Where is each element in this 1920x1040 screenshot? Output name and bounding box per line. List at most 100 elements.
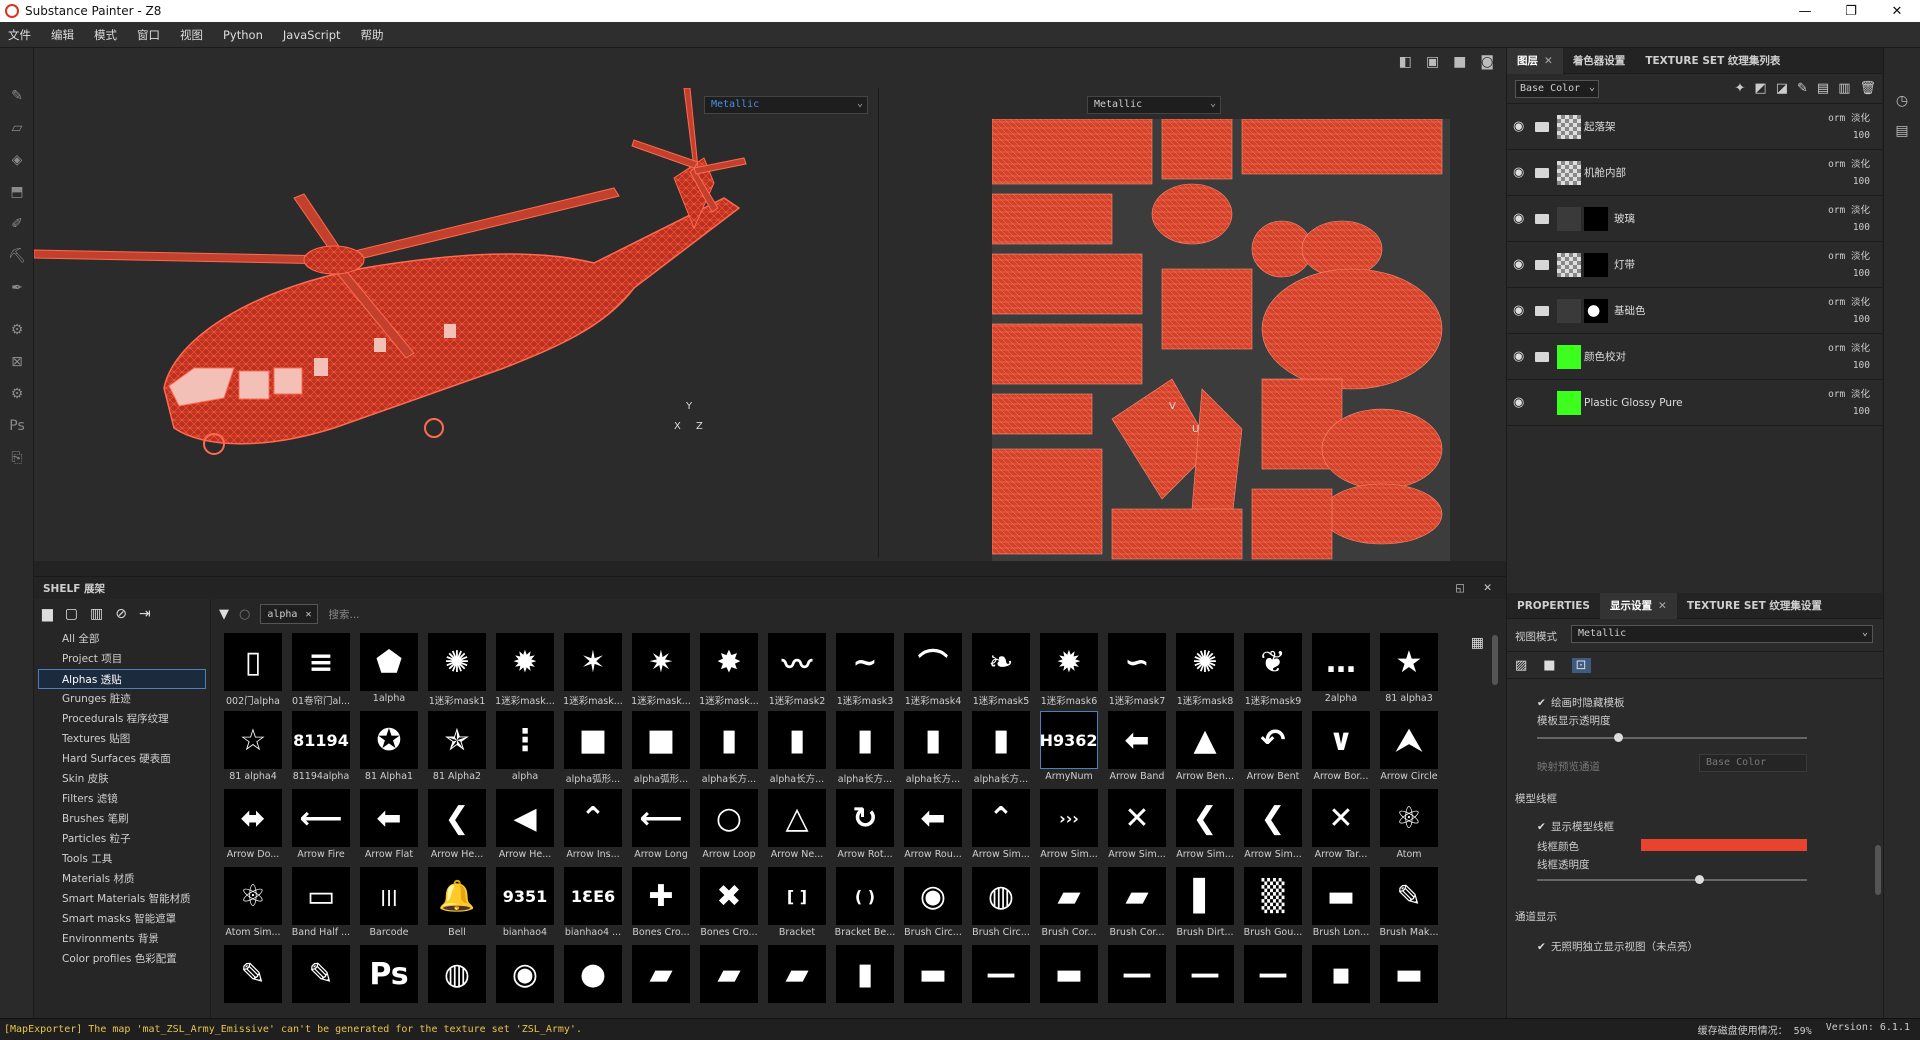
shelf-item[interactable]: ▰ Brush Cor... — [1105, 867, 1169, 945]
layer-blend-opacity[interactable]: orm 淡化 100 — [1828, 340, 1870, 374]
camera-icon[interactable]: ■ — [1453, 54, 1466, 70]
shelf-category[interactable]: Particles 粒子 — [34, 829, 210, 849]
shelf-item[interactable]: — — [1105, 945, 1169, 1023]
visibility-eye-icon[interactable]: ◉ — [1513, 395, 1535, 410]
shelf-item[interactable]: ⚛ Atom — [1377, 789, 1441, 867]
shelf-item[interactable]: ✪ 81 Alpha1 — [357, 711, 421, 789]
layer-blend-opacity[interactable]: orm 淡化 100 — [1828, 294, 1870, 328]
grid-view-icon[interactable]: ▦ — [1471, 635, 1484, 651]
shelf-category[interactable]: Procedurals 程序纹理 — [34, 709, 210, 729]
scrollbar[interactable] — [1492, 635, 1498, 685]
visibility-eye-icon[interactable]: ◉ — [1513, 349, 1535, 364]
save-icon[interactable]: ▥ — [90, 606, 103, 622]
shelf-item[interactable]: ▯ 002门alpha — [221, 633, 285, 711]
smudge-icon[interactable]: ✐ — [0, 208, 34, 240]
shelf-item[interactable]: ∽ 1迷彩mask7 — [1105, 633, 1169, 711]
shelf-item[interactable]: ● — [561, 945, 625, 1023]
shelf-item[interactable]: ∼ 1迷彩mask3 — [833, 633, 897, 711]
shelf-item[interactable]: ⚛ Atom Sim... — [221, 867, 285, 945]
shelf-item[interactable]: ▮ alpha长方... — [969, 711, 1033, 789]
show-wireframe-option[interactable]: ✔ 显示模型线框 — [1537, 819, 1614, 834]
close-icon[interactable]: ✕ — [1544, 55, 1553, 67]
menu-python[interactable]: Python — [223, 28, 263, 42]
close-button[interactable]: ✕ — [1874, 4, 1920, 19]
shelf-item[interactable]: ⟵ Arrow Fire — [289, 789, 353, 867]
shelf-item[interactable]: ◉ Brush Circ... — [901, 867, 965, 945]
shelf-item[interactable]: ✕ Arrow Sim... — [1105, 789, 1169, 867]
layer-blend-opacity[interactable]: orm 淡化 100 — [1828, 248, 1870, 282]
shelf-item[interactable]: ✷ 1迷彩mask... — [629, 633, 693, 711]
shelf-item[interactable]: 81194 81194alpha — [289, 711, 353, 789]
shelf-item[interactable]: ( ) Bracket Be... — [833, 867, 897, 945]
shelf-item[interactable]: ▬ — [901, 945, 965, 1023]
wire-color-swatch[interactable] — [1641, 839, 1807, 851]
shelf-item[interactable]: ★ 81 alpha3 — [1377, 633, 1441, 711]
shelf-category[interactable]: Project 项目 — [34, 649, 210, 669]
shelf-item[interactable]: ■ alpha弧形... — [561, 711, 625, 789]
shelf-category[interactable]: Materials 材质 — [34, 869, 210, 889]
eraser-icon[interactable]: ▱ — [0, 112, 34, 144]
tab-texture-set-list[interactable]: TEXTURE SET 纹理集列表 — [1635, 48, 1790, 74]
wire-opacity-slider[interactable] — [1537, 875, 1807, 884]
shelf-item[interactable]: … 2alpha — [1309, 633, 1373, 711]
menu-javascript[interactable]: JavaScript — [283, 28, 341, 42]
uv-map-2d-view[interactable] — [991, 118, 1450, 561]
layer-blend-opacity[interactable]: orm 淡化 100 — [1828, 110, 1870, 144]
filter-tag[interactable]: alpha ✕ — [260, 604, 319, 624]
shelf-item[interactable]: ❮ Arrow Sim... — [1173, 789, 1237, 867]
split-view-icon[interactable]: ◧ — [1399, 54, 1412, 70]
shelf-item[interactable]: ✺ 1迷彩mask8 — [1173, 633, 1237, 711]
close-icon[interactable]: ✕ — [1658, 600, 1667, 612]
layer-blend-opacity[interactable]: orm 淡化 100 — [1828, 156, 1870, 190]
layer-mask-thumbnail[interactable] — [1584, 206, 1608, 231]
shelf-item[interactable]: △ Arrow Ne... — [765, 789, 829, 867]
layer-thumbnail[interactable] — [1557, 114, 1581, 139]
delete-layer-icon[interactable]: 🗑 — [1859, 81, 1876, 96]
layer-row[interactable]: ◉ 机舱内部 orm 淡化 100 — [1507, 150, 1882, 196]
shelf-item[interactable]: ⮝ Arrow Circle — [1377, 711, 1441, 789]
hide-template-option[interactable]: ✔ 绘画时隐藏模板 — [1537, 695, 1625, 710]
layer-thumbnail[interactable] — [1557, 160, 1581, 185]
viewport-2d-channel-select[interactable]: Metallic ⌄ — [1087, 96, 1221, 114]
layer-row[interactable]: ◉ 灯带 orm 淡化 100 — [1507, 242, 1882, 288]
unlit-option[interactable]: ✔ 无照明独立显示视图（未点亮） — [1537, 939, 1698, 954]
minimize-button[interactable]: — — [1782, 4, 1828, 19]
add-effect-icon[interactable]: ✦ — [1734, 81, 1745, 96]
shelf-item[interactable]: ▭ Band Half ... — [289, 867, 353, 945]
shelf-item[interactable]: ▰ Brush Cor... — [1037, 867, 1101, 945]
menu-window[interactable]: 窗口 — [137, 27, 160, 43]
shelf-category[interactable]: Hard Surfaces 硬表面 — [34, 749, 210, 769]
shelf-item[interactable]: ⋮ alpha — [493, 711, 557, 789]
shelf-item[interactable]: ⌃ Arrow Ins... — [561, 789, 625, 867]
shelf-item[interactable]: ▰ — [629, 945, 693, 1023]
slider-handle[interactable] — [1695, 875, 1704, 884]
shelf-item[interactable]: ▒ Brush Gou... — [1241, 867, 1305, 945]
shelf-category[interactable]: Color profiles 色彩配置 — [34, 949, 210, 969]
history-icon[interactable]: ◷ — [1884, 86, 1920, 116]
layer-row[interactable]: ◉ 玻璃 orm 淡化 100 — [1507, 196, 1882, 242]
photoshop-icon[interactable]: Ps — [0, 410, 34, 442]
close-icon[interactable]: ✕ — [1483, 582, 1492, 594]
shelf-item[interactable]: ▮ alpha长方... — [833, 711, 897, 789]
shelf-item[interactable]: ≡ 01卷帘门al... — [289, 633, 353, 711]
layer-row[interactable]: ◉ Plastic Glossy Pure orm 淡化 100 — [1507, 380, 1882, 426]
shelf-item[interactable]: ▮ alpha长方... — [697, 711, 761, 789]
shelf-category[interactable]: Alphas 透贴 — [38, 669, 206, 689]
shelf-item[interactable]: ❧ 1迷彩mask5 — [969, 633, 1033, 711]
close-icon[interactable]: ✕ — [305, 609, 311, 620]
add-group-icon[interactable]: ▤ — [1817, 81, 1829, 96]
shelf-item[interactable]: ✎ — [289, 945, 353, 1023]
shelf-item[interactable]: ✕ Arrow Tar... — [1309, 789, 1373, 867]
shelf-item[interactable]: ◍ — [425, 945, 489, 1023]
shelf-item[interactable]: ✶ 1迷彩mask... — [561, 633, 625, 711]
shelf-item[interactable]: ◀ Arrow He... — [493, 789, 557, 867]
shelf-category[interactable]: Smart masks 智能遮罩 — [34, 909, 210, 929]
search-input[interactable]: 搜索... — [328, 607, 359, 622]
shelf-item[interactable]: ○ Arrow Loop — [697, 789, 761, 867]
layer-row[interactable]: ◉ 起落架 orm 淡化 100 — [1507, 104, 1882, 150]
shelf-item[interactable]: ✸ 1迷彩mask... — [697, 633, 761, 711]
layer-thumbnail[interactable] — [1557, 298, 1581, 323]
tab-display-settings[interactable]: 显示设置 ✕ — [1600, 592, 1677, 619]
helicopter-3d-model[interactable] — [34, 88, 878, 561]
shelf-category[interactable]: Environments 背景 — [34, 929, 210, 949]
